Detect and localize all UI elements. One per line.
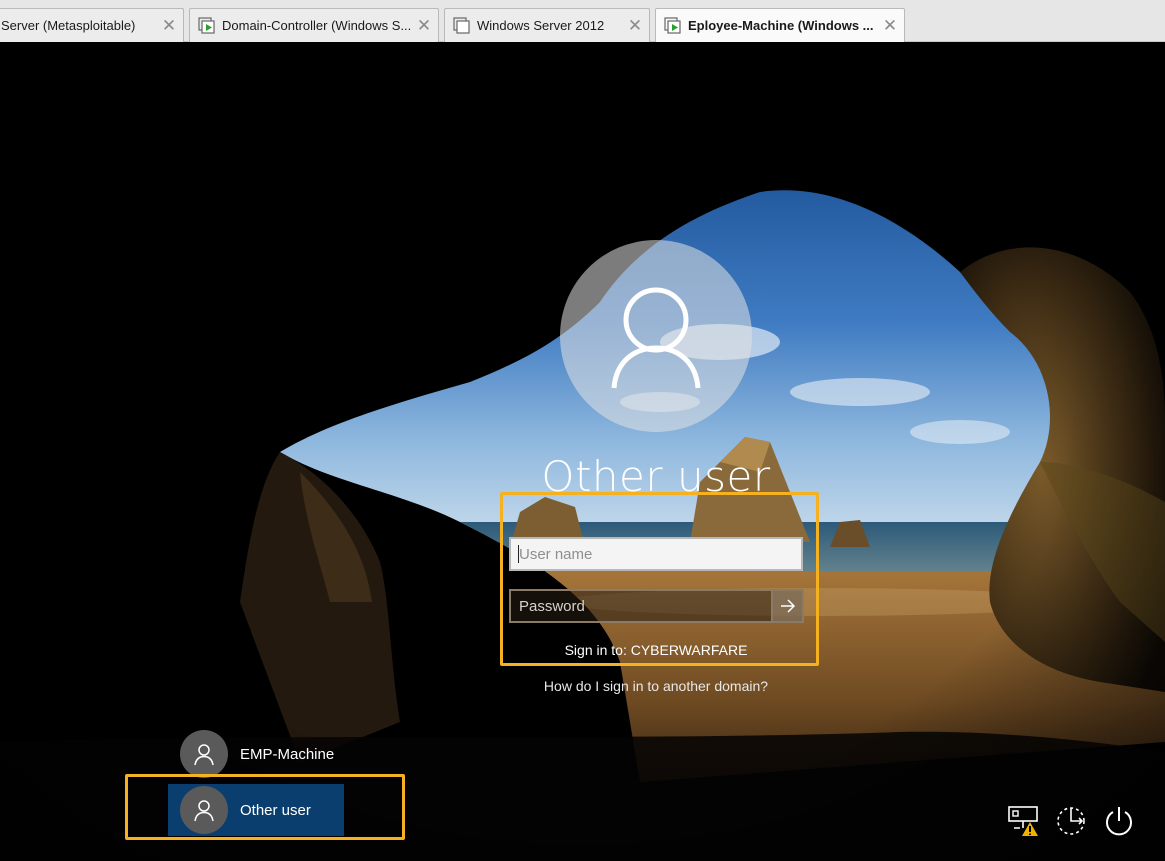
login-screen: Other user Sign in to: CYBERWARFARE How …	[0, 42, 1165, 861]
tab-label: Server (Metasploitable)	[1, 18, 136, 33]
power-button[interactable]	[1102, 804, 1136, 838]
user-avatar	[560, 240, 752, 432]
vm-icon	[453, 16, 470, 34]
close-tab-icon[interactable]: ✕	[159, 16, 179, 36]
close-tab-icon[interactable]: ✕	[625, 16, 645, 36]
credentials-highlight-frame	[500, 492, 819, 666]
network-button[interactable]	[1006, 804, 1040, 838]
person-icon	[194, 800, 214, 822]
vm-running-icon	[198, 16, 215, 34]
power-icon	[1106, 807, 1132, 836]
arrow-right-icon	[780, 599, 795, 613]
person-icon	[611, 287, 701, 389]
avatar	[180, 786, 228, 834]
sign-in-domain-label: Sign in to: CYBERWARFARE	[564, 642, 748, 658]
password-input[interactable]	[509, 589, 773, 623]
close-tab-icon[interactable]: ✕	[414, 16, 434, 36]
ease-of-access-icon	[1057, 807, 1085, 835]
network-warning-icon	[1008, 806, 1038, 836]
ease-of-access-button[interactable]	[1054, 804, 1088, 838]
avatar	[180, 730, 228, 778]
vm-tab-bar: Server (Metasploitable) ✕ Domain-Control…	[0, 0, 1165, 42]
tab-domain-controller[interactable]: Domain-Controller (Windows S... ✕	[189, 8, 439, 42]
tab-label: Domain-Controller (Windows S...	[222, 18, 412, 33]
user-tile-emp-machine[interactable]: EMP-Machine	[168, 728, 344, 780]
user-tile-label: EMP-Machine	[240, 745, 335, 763]
text-caret	[518, 545, 519, 563]
tab-windows-server-2012[interactable]: Windows Server 2012 ✕	[444, 8, 650, 42]
person-icon	[194, 744, 214, 766]
submit-button[interactable]	[771, 589, 804, 623]
user-tile-other-user[interactable]: Other user	[168, 784, 344, 836]
tab-label: Eployee-Machine (Windows ...	[688, 18, 874, 33]
user-tile-label: Other user	[240, 801, 311, 819]
vm-running-icon	[664, 16, 681, 34]
tab-employee-machine[interactable]: Eployee-Machine (Windows ... ✕	[655, 8, 905, 42]
username-input[interactable]	[509, 537, 803, 571]
tab-metasploitable[interactable]: Server (Metasploitable) ✕	[0, 8, 184, 42]
close-tab-icon[interactable]: ✕	[880, 16, 900, 36]
tab-label: Windows Server 2012	[477, 18, 605, 33]
other-domain-link[interactable]: How do I sign in to another domain?	[470, 678, 842, 694]
